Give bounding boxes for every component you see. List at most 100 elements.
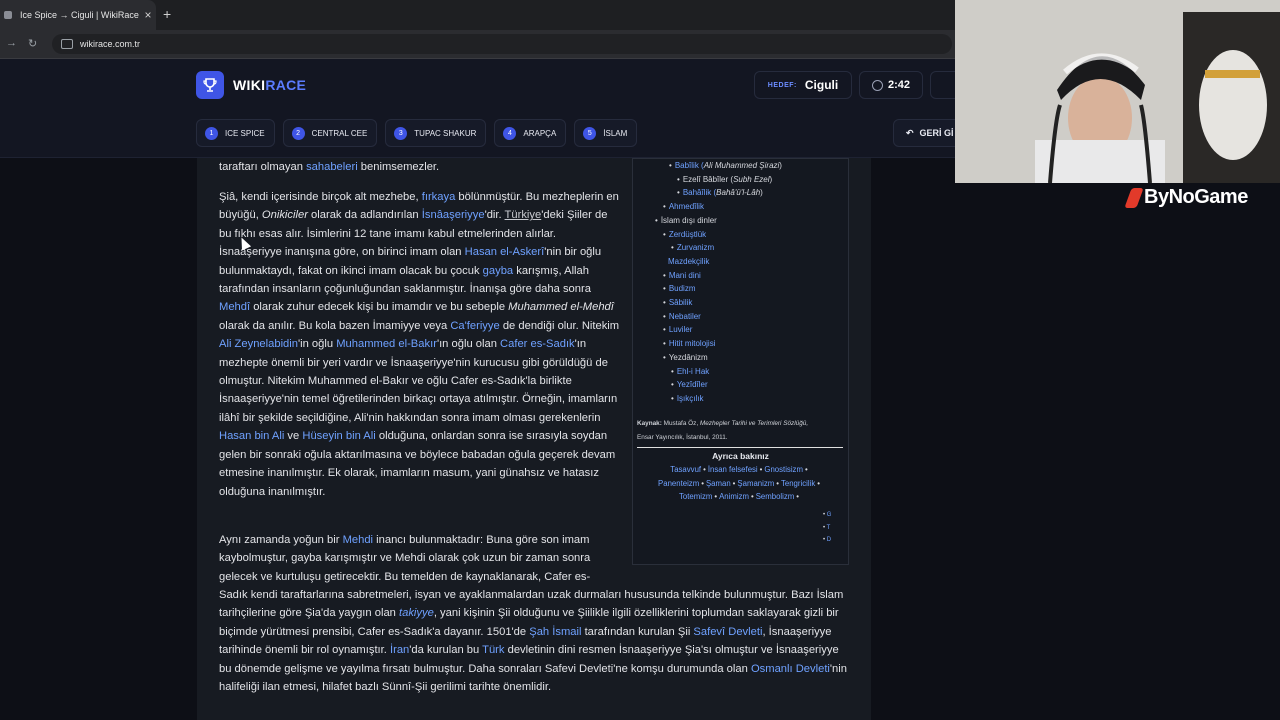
favicon-icon [4,11,12,19]
logo-race: RACE [265,77,307,93]
paragraph-2-body: Sadık kendi taraftarlarına sabretmeleri,… [219,589,847,694]
link-firkaya[interactable]: fırkaya [422,191,456,203]
timer-value: 2:42 [887,79,911,91]
link-safevi-devleti[interactable]: Safevî Devleti [693,626,762,638]
back-label: GERİ Gİ [919,128,954,138]
article-content: taraftarı olmayan sahabeleri benimsemezl… [197,158,871,720]
infobox-item[interactable]: • Ehl-i Hak [637,365,847,379]
infobox-item[interactable]: • Luviler [637,323,847,337]
paragraph-1: Şiâ, kendi içerisinde birçok alt mezhebe… [219,191,620,498]
step-label: İSLAM [603,128,628,138]
target-value: Ciguli [804,78,839,92]
link-mehdi-2[interactable]: Mehdi [343,534,373,546]
link-cafer-es-sadik[interactable]: Cafer es-Sadık [500,338,575,350]
see-also-title: Ayrıca bakınız [712,451,769,461]
infobox-item[interactable]: • Zerdüştlük [637,228,847,242]
see-also-link[interactable]: İnsan felsefesi [708,465,758,474]
undo-icon: ↶ [906,127,914,138]
bynogame-mark-icon [1124,187,1144,208]
link-iran[interactable]: İran [390,644,409,656]
trophy-icon[interactable] [196,71,224,99]
path-step-2[interactable]: 2 CENTRAL CEE [282,119,378,147]
tab-title: Ice Spice → Ciguli | WikiRace [20,10,139,20]
navbox-link[interactable]: • G [823,509,831,522]
link-turk[interactable]: Türk [482,644,504,656]
timer: 2:42 [859,71,923,99]
step-number: 2 [291,126,305,140]
logo-wiki: WIKI [233,77,266,93]
infobox-item[interactable]: • Işıkçılık [637,392,847,406]
target-label: HEDEF: [767,81,797,89]
bynogame-text: ByNoGame [1144,186,1248,208]
url-text: wikirace.com.tr [80,39,141,49]
infobox-list: • Babîlik (Ali Muhammed Şirazi) • Ezelî Bâb… [637,159,847,406]
infobox-item[interactable]: • Nebatiler [637,310,847,324]
clock-icon [871,79,883,91]
infobox-item[interactable]: • Bahâîlik (Bahâ'ü'l-Lâh) [637,186,847,200]
link-takiyye[interactable]: takiyye [399,607,434,619]
link-turkiye[interactable]: Türkiye [505,209,542,221]
see-also-link[interactable]: Şaman [706,479,731,488]
forward-icon[interactable]: → [6,37,17,49]
new-tab-icon[interactable]: + [163,6,171,22]
paragraph-2-head: Aynı zamanda yoğun bir Mehdi inancı bulu… [219,534,591,583]
step-number: 1 [205,126,218,140]
webcam-overlay [955,0,1280,183]
browser-tab[interactable]: Ice Spice → Ciguli | WikiRace × [0,0,156,30]
bynogame-logo: ByNoGame [1124,186,1248,209]
link-gayba[interactable]: gayba [483,265,513,277]
infobox-item[interactable]: • Zurvanizm [637,241,847,255]
infobox-item[interactable]: • Ahmedîlik [637,200,847,214]
see-also-link[interactable]: Tasavvuf [670,465,701,474]
see-also-link[interactable]: Animizm [719,492,749,501]
infobox-item: • Yezdânizm [663,352,708,362]
link-sah-ismail[interactable]: Şah İsmail [529,626,581,638]
see-also-link[interactable]: Totemizm [679,492,712,501]
step-number: 4 [503,126,517,140]
link-hasan-bin-ali[interactable]: Hasan bin Ali [219,430,284,442]
link-isnaaseriyye[interactable]: İsnâaşeriyye [422,209,485,221]
link-huseyin-bin-ali[interactable]: Hüseyin bin Ali [302,430,375,442]
step-number: 3 [394,126,408,140]
infobox-item: • Ezelî Bâbîler (Subh Ezel) [677,174,773,184]
link-ali-zeynelabidin[interactable]: Ali Zeynelabidin [219,338,298,350]
path-step-3[interactable]: 3 TUPAC SHAKUR [385,119,487,147]
see-also-link[interactable]: Tengricilik [781,479,815,488]
step-label: ARAPÇA [523,128,557,138]
navbox-vtd: • G • T • D [823,509,831,547]
infobox-item[interactable]: • Mani dini [637,269,847,283]
webcam-figure [955,0,1280,183]
link-sahabeleri[interactable]: sahabeleri [306,161,358,173]
infobox-item[interactable]: • Hitit mitolojisi [637,337,847,351]
path-step-1[interactable]: 1 ICE SPICE [196,119,275,147]
infobox-item[interactable]: Mazdekçilik [637,255,847,269]
infobox-item[interactable]: • Budizm [637,282,847,296]
see-also-link[interactable]: Gnostisizm [764,465,803,474]
link-osmanli-devleti[interactable]: Osmanlı Devleti [751,663,830,675]
infobox: • Babîlik (Ali Muhammed Şirazi) • Ezelî Bâb… [632,158,849,565]
infobox-item[interactable]: • Babîlik (Ali Muhammed Şirazi) [637,159,847,173]
infobox-source: Kaynak: Mustafa Öz, Mezhepler Tarihi ve … [637,420,809,441]
url-field[interactable]: wikirace.com.tr [52,34,952,54]
step-label: ICE SPICE [225,128,265,138]
path-step-4[interactable]: 4 ARAPÇA [494,119,567,147]
site-info-icon[interactable] [61,39,73,49]
see-also-link[interactable]: Panenteizm [658,479,699,488]
link-mehdi[interactable]: Mehdî [219,301,250,313]
infobox-item[interactable]: • Sâbilik [637,296,847,310]
see-also-link[interactable]: Sembolizm [756,492,795,501]
close-tab-icon[interactable]: × [140,8,156,22]
link-hasan-el-askeri[interactable]: Hasan el-Askerî [465,246,545,258]
navbox-link[interactable]: • D [823,534,831,547]
navbox-link[interactable]: • T [823,522,831,535]
infobox-item[interactable]: • Yezîdîler [637,378,847,392]
infobox-item: • İslam dışı dinler [655,215,717,225]
step-number: 5 [583,126,597,140]
see-also-link[interactable]: Şamanizm [737,479,774,488]
path-step-5[interactable]: 5 İSLAM [574,119,638,147]
divider [637,447,843,448]
reload-icon[interactable]: ↻ [28,37,37,50]
link-caferiyye[interactable]: Ca'feriyye [450,320,499,332]
logo[interactable]: WIKIRACE [233,77,306,93]
link-muhammed-el-bakir[interactable]: Muhammed el-Bakır [336,338,437,350]
